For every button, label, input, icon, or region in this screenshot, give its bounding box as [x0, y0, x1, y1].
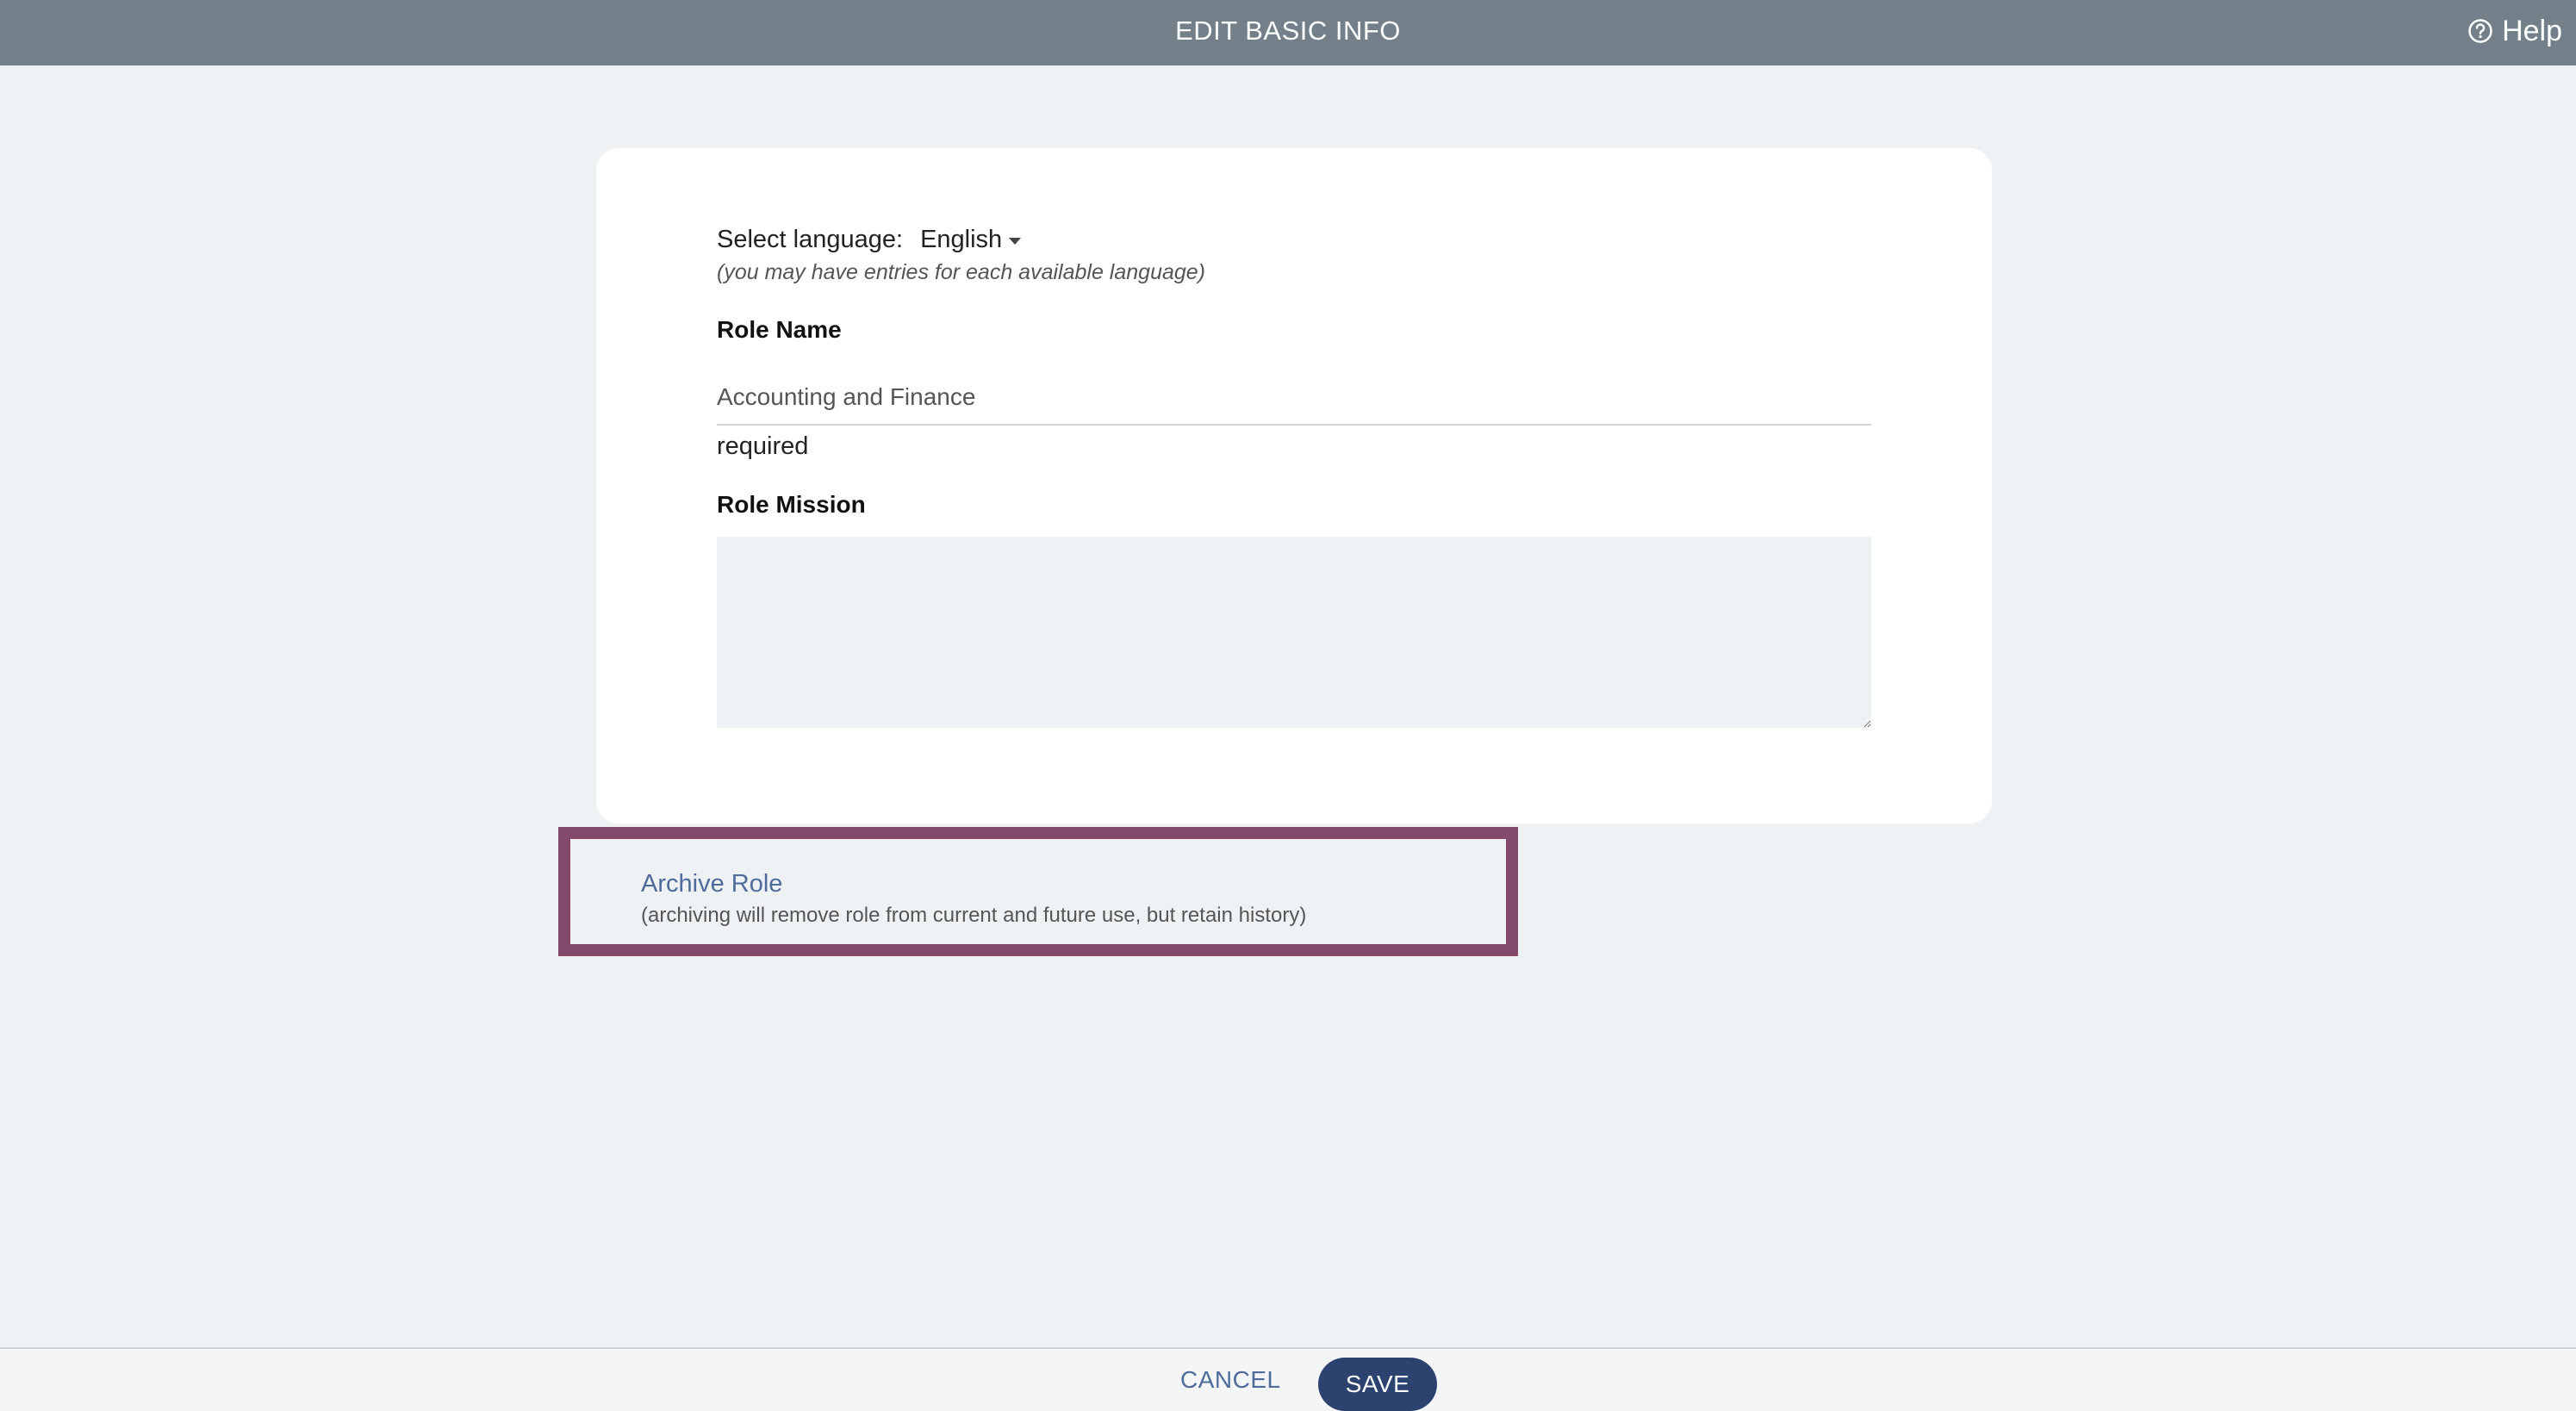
cancel-button[interactable]: CANCEL	[1180, 1358, 1281, 1402]
basic-info-card: Select language: English (you may have e…	[596, 148, 1992, 824]
help-label: Help	[2502, 14, 2562, 47]
role-name-required-note: required	[717, 432, 809, 460]
role-mission-textarea[interactable]	[717, 537, 1871, 728]
language-label: Select language:	[717, 226, 904, 253]
save-button[interactable]: SAVE	[1318, 1358, 1437, 1411]
archive-role-link[interactable]: Archive Role	[641, 868, 782, 899]
role-name-label: Role Name	[717, 316, 842, 343]
archive-role-section: Archive Role (archiving will remove role…	[558, 827, 1518, 956]
help-link[interactable]: Help	[2467, 14, 2562, 48]
footer-bar: CANCEL SAVE	[0, 1347, 2576, 1411]
language-row: Select language: English	[717, 222, 1022, 257]
help-circle-icon	[2467, 18, 2493, 44]
language-dropdown[interactable]: English	[920, 222, 1022, 257]
role-mission-label: Role Mission	[717, 491, 866, 518]
top-header-bar: EDIT BASIC INFO Help	[0, 0, 2576, 65]
page-title: EDIT BASIC INFO	[1175, 16, 1401, 46]
language-value: English	[920, 226, 1003, 253]
archive-role-note: (archiving will remove role from current…	[641, 904, 1307, 927]
language-hint: (you may have entries for each available…	[717, 260, 1206, 284]
role-name-input[interactable]	[717, 370, 1871, 426]
caret-down-icon	[1009, 238, 1022, 245]
